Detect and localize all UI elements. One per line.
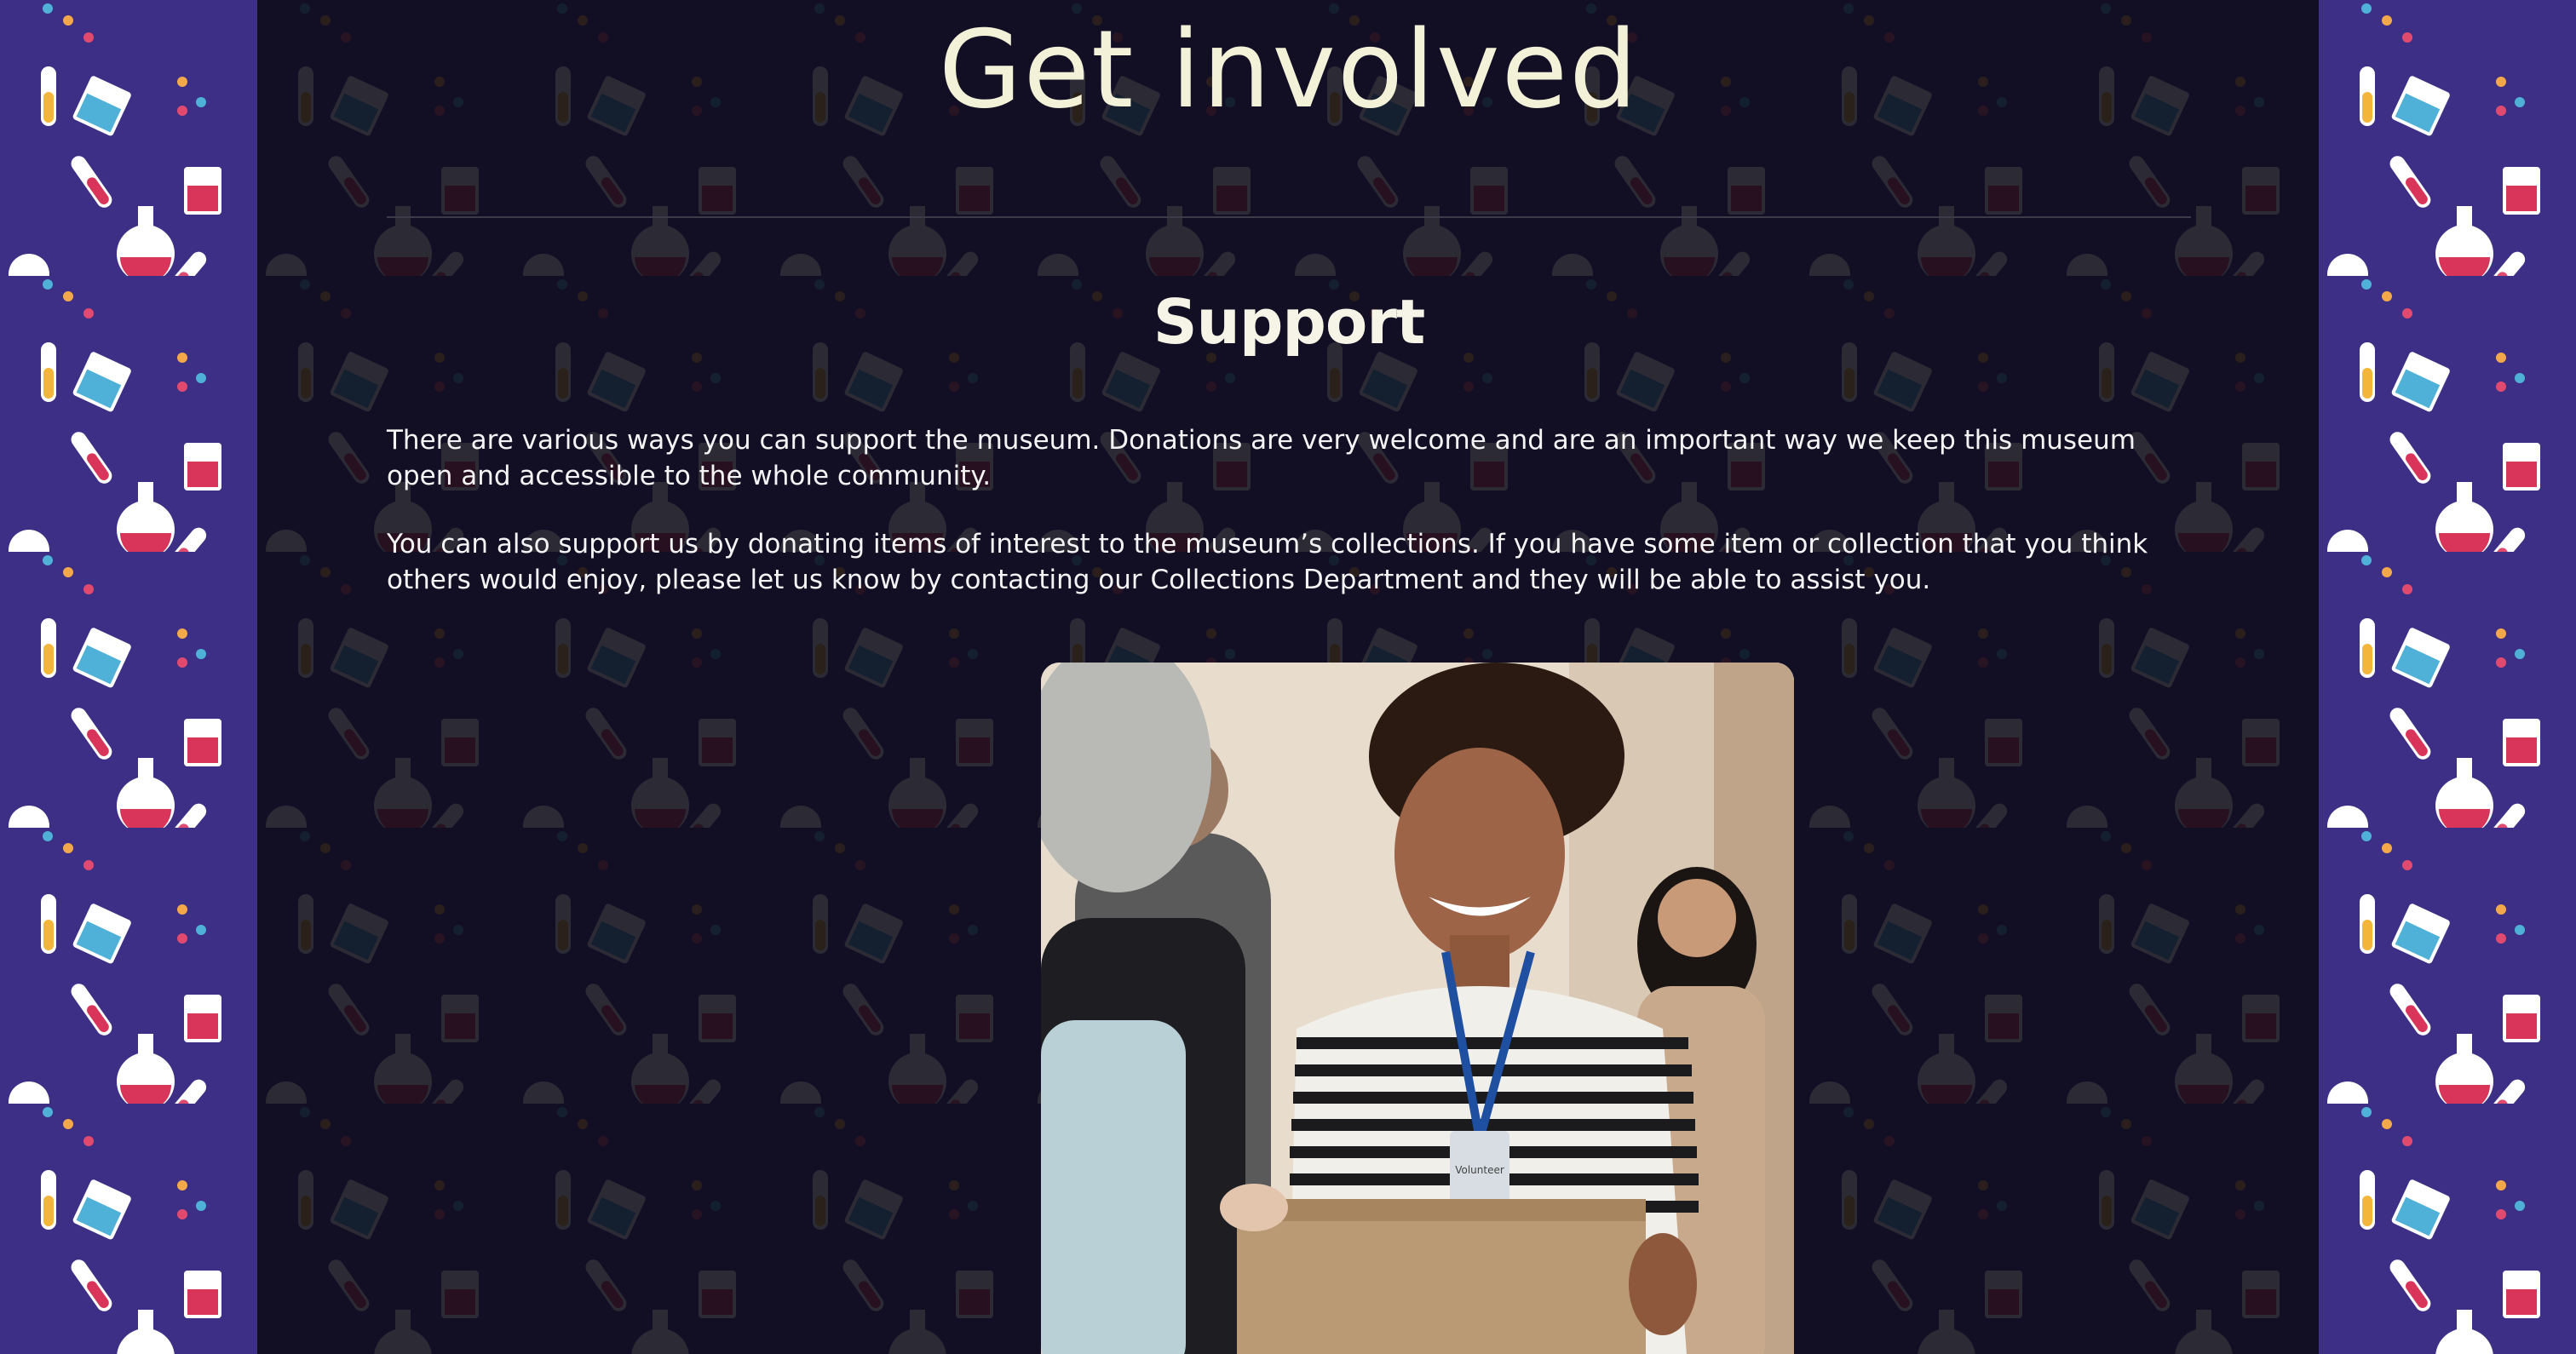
science-pattern-left (0, 0, 257, 1354)
volunteer-illustration: Volunteer (1041, 663, 1794, 1354)
support-heading: Support (1153, 286, 1426, 358)
right-pattern-panel (2319, 0, 2576, 1354)
left-pattern-panel (0, 0, 257, 1354)
volunteer-photo: Volunteer (1041, 663, 1794, 1354)
support-paragraph-donations: There are various ways you can support t… (387, 425, 2136, 491)
page-title: Get involved (938, 7, 1640, 132)
main-content-area: Get involved Support There are various w… (257, 0, 2319, 1354)
science-pattern-right (2319, 0, 2576, 1354)
section-divider (387, 216, 2191, 218)
badge-text: Volunteer (1455, 1164, 1504, 1176)
support-paragraph-collections: You can also support us by donating item… (387, 529, 2148, 595)
